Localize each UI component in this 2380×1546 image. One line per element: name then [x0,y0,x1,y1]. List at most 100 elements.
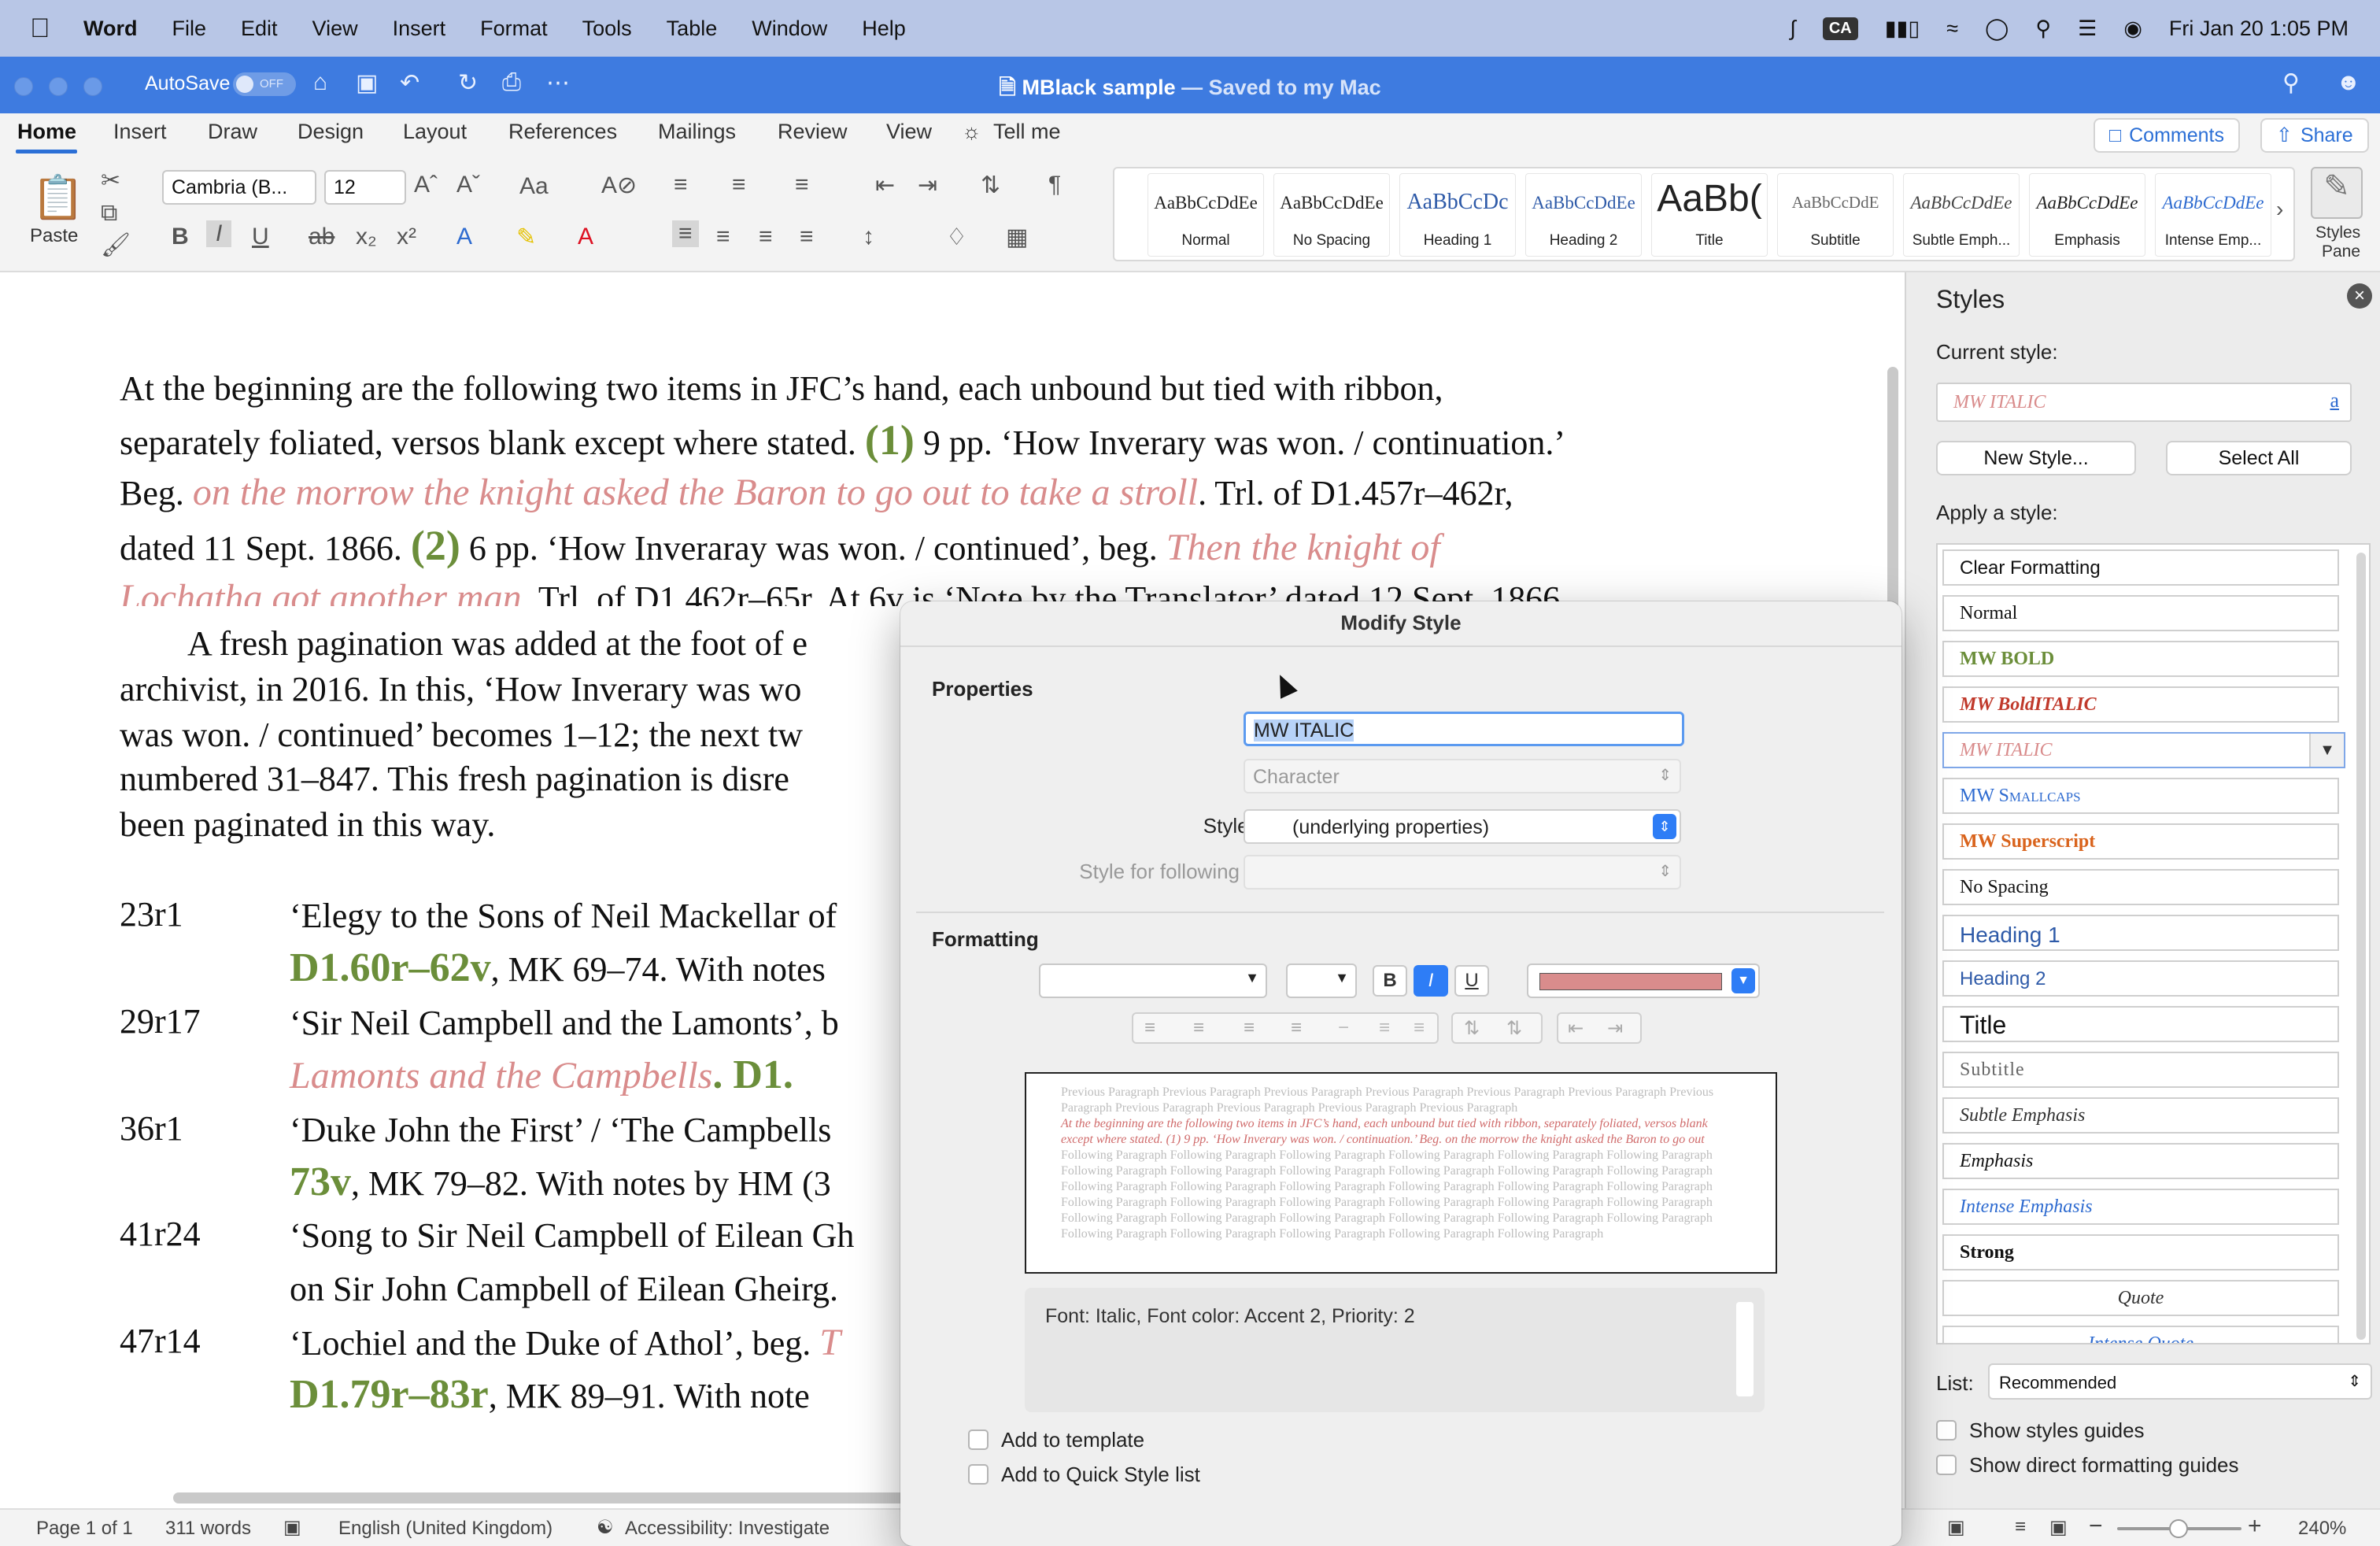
font-name-dropdown[interactable]: Cambria (B... [162,170,316,205]
shading-icon[interactable]: ♢ [946,224,967,251]
style-item-intense-emphasis[interactable]: Intense Emphasis [1942,1189,2339,1225]
show-formatting-marks-icon[interactable]: ¶ [1048,172,1061,198]
align-left-icon[interactable]: ≡ [1144,1017,1155,1039]
add-to-quick-style-checkbox[interactable] [968,1464,989,1485]
select-all-button[interactable]: Select All [2166,441,2352,475]
style-type-select[interactable]: Character ⇕ [1244,759,1681,793]
proofing-icon[interactable]: ▣ [283,1516,301,1539]
style-item-mw-bolditalic[interactable]: MW BoldITALIC [1942,686,2339,723]
close-icon[interactable]: × [2347,283,2372,309]
accessibility-status[interactable]: Accessibility: Investigate [625,1518,830,1540]
share-people-icon[interactable]: ☻ [2336,69,2361,96]
style-item-clear-formatting[interactable]: Clear Formatting [1942,549,2339,586]
paste-icon[interactable]: 📋 [31,173,84,223]
borders-icon[interactable]: ▦ [1006,224,1028,251]
style-item-subtle-emphasis[interactable]: Subtle Emphasis [1942,1097,2339,1134]
add-to-template-checkbox[interactable] [968,1429,989,1450]
font-color-select[interactable]: ▼ [1527,963,1760,998]
menu-edit[interactable]: Edit [241,17,278,41]
style-item-heading-2[interactable]: Heading 2 [1942,960,2339,997]
font-size-select[interactable]: ▼ [1286,963,1357,998]
clear-formatting-icon[interactable]: A⊘ [601,172,637,199]
gallery-next-icon[interactable]: › [2276,197,2283,222]
menu-tools[interactable]: Tools [582,17,632,41]
menu-view[interactable]: View [312,17,358,41]
new-style-button[interactable]: New Style... [1936,441,2136,475]
menu-app-name[interactable]: Word [83,17,138,41]
styles-pane-icon[interactable]: ✎ [2311,167,2363,219]
menu-file[interactable]: File [172,17,207,41]
style-item-no-spacing[interactable]: No Spacing [1942,869,2339,905]
list-filter-dropdown[interactable]: Recommended ⇕ [1988,1363,2372,1400]
font-color-icon[interactable]: A [578,224,593,250]
sort-icon[interactable]: ⇅ [981,172,1000,199]
tab-draw[interactable]: Draw [208,120,257,144]
menu-insert[interactable]: Insert [393,17,446,41]
highlight-icon[interactable]: ✎ [516,224,536,251]
style-item-intense-quote[interactable]: Intense Quote [1942,1326,2339,1343]
line-spacing-icon[interactable]: ↕ [863,224,874,250]
accessibility-icon[interactable]: ☯ [597,1516,614,1539]
tab-home[interactable]: Home [17,120,76,144]
format-painter-icon[interactable]: 🖌 [101,231,131,259]
style-tile-no-spacing[interactable]: AaBbCcDdEe No Spacing [1273,173,1390,257]
underline-toggle[interactable]: U [1454,965,1489,997]
copy-icon[interactable]: ⧉ [101,200,117,227]
align-left-icon[interactable]: ≡ [672,220,699,247]
description-scrollbar[interactable] [1736,1302,1754,1396]
one-half-spacing-icon[interactable]: ≡ [1379,1017,1390,1039]
style-item-quote[interactable]: Quote [1942,1280,2339,1316]
style-item-mw-smallcaps[interactable]: MW Smallcaps [1942,778,2339,814]
change-case-icon[interactable]: Aa [519,173,549,200]
menu-format[interactable]: Format [480,17,548,41]
style-tile-heading-1[interactable]: AaBbCcDc Heading 1 [1399,173,1516,257]
space-before-icon[interactable]: ⇅ [1464,1017,1480,1040]
increase-indent-icon[interactable]: ⇥ [918,172,937,199]
strikethrough-icon[interactable]: ab [309,224,334,250]
user-icon[interactable]: ◯ [1985,17,2009,41]
style-tile-emphasis[interactable]: AaBbCcDdEe Emphasis [2029,173,2145,257]
show-styles-guides-checkbox[interactable] [1936,1420,1957,1441]
italic-toggle[interactable]: I [1414,965,1448,997]
increase-indent-icon[interactable]: ⇥ [1607,1017,1623,1040]
justify-icon[interactable]: ≡ [1291,1017,1302,1039]
bullets-icon[interactable]: ≡ [674,172,688,198]
space-after-icon[interactable]: ⇅ [1506,1017,1522,1040]
style-tile-title[interactable]: AaBb(Title [1651,173,1768,257]
double-spacing-icon[interactable]: ≡ [1414,1017,1425,1039]
style-item-menu-icon[interactable]: ▼ [2309,734,2344,767]
decrease-indent-icon[interactable]: ⇤ [1568,1017,1584,1040]
underline-icon[interactable]: U [252,224,269,250]
style-tile-normal[interactable]: AaBbCcDdEe Normal [1148,173,1264,257]
superscript-icon[interactable]: x² [397,224,416,250]
comments-button[interactable]: □ Comments [2094,118,2240,153]
spotlight-search-icon[interactable]: ⚲ [2035,17,2051,41]
subscript-icon[interactable]: x₂ [356,224,377,250]
zoom-slider-knob[interactable] [2169,1519,2188,1538]
battery-icon[interactable]: ▮▮▯ [1885,17,1920,41]
tab-mailings[interactable]: Mailings [658,120,736,144]
style-list-scrollbar[interactable] [2356,553,2366,1340]
single-spacing-icon[interactable]: − [1338,1017,1349,1039]
style-item-heading-1[interactable]: Heading 1 [1942,915,2339,951]
style-item-title[interactable]: Title [1942,1006,2339,1042]
tab-references[interactable]: References [508,120,617,144]
focus-icon[interactable]: ▣ [1947,1516,1965,1539]
style-item-normal[interactable]: Normal [1942,595,2339,631]
align-right-icon[interactable]: ≡ [1244,1017,1255,1039]
draft-view-icon[interactable]: ≡ [2015,1516,2026,1538]
align-center-icon[interactable]: ≡ [716,224,730,250]
wifi-icon[interactable]: ≈ [1946,17,1958,41]
apple-icon[interactable]:  [30,13,61,44]
siri-icon[interactable]: ◉ [2123,17,2142,41]
zoom-in-icon[interactable]: + [2248,1513,2262,1540]
zoom-level[interactable]: 240% [2298,1518,2346,1540]
menu-help[interactable]: Help [862,17,906,41]
menu-window[interactable]: Window [752,17,827,41]
paste-label[interactable]: Paste [30,225,78,247]
tab-insert[interactable]: Insert [113,120,167,144]
shrink-font-icon[interactable]: Aˇ [456,172,480,198]
grow-font-icon[interactable]: Aˆ [414,172,438,198]
style-tile-intense-emphasis[interactable]: AaBbCcDdEe Intense Emp... [2155,173,2271,257]
tab-view[interactable]: View [886,120,932,144]
